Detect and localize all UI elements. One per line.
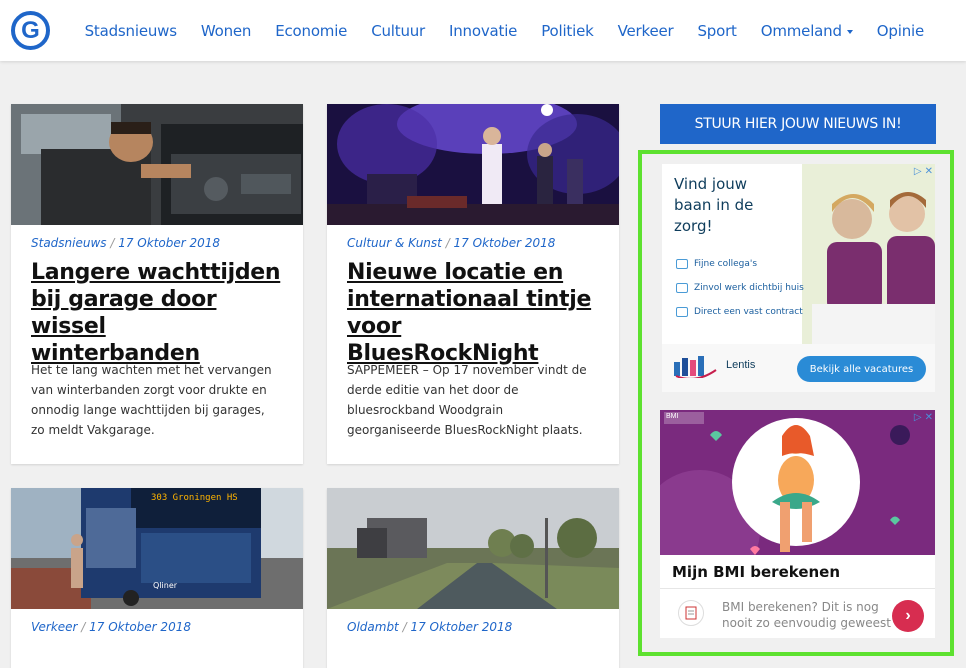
article-category[interactable]: Oldambt	[347, 620, 399, 634]
article-meta: Stadsnieuws / 17 Oktober 2018	[31, 236, 221, 250]
list-item: Fijne collega's	[676, 252, 804, 276]
article-card[interactable]: 303 Groningen HS Qliner Verkeer / 17 Okt…	[11, 488, 303, 668]
ad-bmi[interactable]: BMI ▷ ✕ Mijn BMI berekenen BMI berekenen?…	[660, 410, 935, 638]
benefit-label: Zinvol werk dichtbij huis	[694, 283, 804, 293]
divider	[660, 588, 935, 589]
main-nav: Stadsnieuws Wonen Economie Cultuur Innov…	[85, 22, 925, 40]
nav-ommeland[interactable]: Ommeland	[761, 22, 853, 40]
article-card[interactable]: Stadsnieuws / 17 Oktober 2018 Langere wa…	[11, 104, 303, 464]
document-icon	[678, 600, 704, 626]
lentis-logo: Lentis	[672, 352, 755, 378]
nav-wonen[interactable]: Wonen	[201, 22, 252, 40]
nav-stadsnieuws[interactable]: Stadsnieuws	[85, 22, 177, 40]
people-icon	[676, 259, 688, 269]
home-icon	[676, 283, 688, 293]
ad-title[interactable]: Mijn BMI berekenen	[672, 563, 840, 581]
article-image-concert[interactable]	[327, 104, 619, 225]
ad-description: BMI berekenen? Dit is nog nooit zo eenvo…	[722, 600, 891, 630]
close-icon[interactable]: ✕	[925, 166, 933, 177]
site-header: G Stadsnieuws Wonen Economie Cultuur Inn…	[0, 0, 966, 61]
list-item: Direct een vast contract	[676, 300, 804, 324]
article-date: 17 Oktober 2018	[89, 620, 191, 634]
bus-destination-sign: 303 Groningen HS	[151, 493, 238, 503]
nav-ommeland-label: Ommeland	[760, 22, 842, 40]
ad-lentis[interactable]: ▷ ✕ Vind jouw baan in de zorg! Fijne coll…	[662, 164, 935, 392]
ad-info-icon[interactable]: ▷	[914, 412, 922, 423]
site-logo[interactable]: G	[11, 11, 50, 50]
article-meta: Verkeer / 17 Oktober 2018	[31, 620, 191, 634]
lentis-figures-icon	[674, 356, 717, 378]
nav-economie[interactable]: Economie	[275, 22, 347, 40]
nav-cultuur[interactable]: Cultuur	[371, 22, 425, 40]
bus-brand-text: Qliner	[153, 581, 178, 590]
article-card[interactable]: Oldambt / 17 Oktober 2018	[327, 488, 619, 668]
ad-headline: Vind jouw baan in de zorg!	[674, 175, 754, 235]
ad-info-icon[interactable]: ▷	[914, 166, 922, 177]
article-meta: Oldambt / 17 Oktober 2018	[347, 620, 513, 634]
article-image-bus[interactable]: 303 Groningen HS Qliner	[11, 488, 303, 609]
article-date: 17 Oktober 2018	[410, 620, 513, 634]
brand-name: Lentis	[726, 359, 756, 371]
article-excerpt: SAPPEMEER – Op 17 november vindt de derd…	[347, 363, 587, 437]
benefit-label: Fijne collega's	[694, 259, 758, 269]
article-image-canal[interactable]	[327, 488, 619, 609]
nav-verkeer[interactable]: Verkeer	[618, 22, 674, 40]
article-category[interactable]: Stadsnieuws	[31, 236, 107, 250]
nav-opinie[interactable]: Opinie	[877, 22, 924, 40]
view-vacancies-button[interactable]: Bekijk alle vacatures	[797, 356, 926, 382]
article-title[interactable]: Langere wachttijden bij garage door wiss…	[31, 259, 281, 367]
ad-benefits-list: Fijne collega's Zinvol werk dichtbij hui…	[676, 252, 804, 324]
chevron-right-icon[interactable]: ›	[892, 600, 924, 632]
close-icon[interactable]: ✕	[925, 412, 933, 423]
list-item: Zinvol werk dichtbij huis	[676, 276, 804, 300]
ad-choices[interactable]: ▷ ✕	[914, 166, 933, 177]
document-icon	[676, 307, 688, 317]
article-category[interactable]: Cultuur & Kunst	[347, 236, 442, 250]
article-title[interactable]: Nieuwe locatie en internationaal tintje …	[347, 259, 597, 367]
article-meta: Cultuur & Kunst / 17 Oktober 2018	[347, 236, 556, 250]
article-card[interactable]: Cultuur & Kunst / 17 Oktober 2018 Nieuwe…	[327, 104, 619, 464]
article-date: 17 Oktober 2018	[118, 236, 221, 250]
benefit-label: Direct een vast contract	[694, 307, 803, 317]
article-image-mechanic[interactable]	[11, 104, 303, 225]
chevron-down-icon	[846, 29, 853, 34]
nav-sport[interactable]: Sport	[697, 22, 736, 40]
nav-politiek[interactable]: Politiek	[541, 22, 594, 40]
article-category[interactable]: Verkeer	[31, 620, 77, 634]
submit-news-button[interactable]: STUUR HIER JOUW NIEUWS IN!	[660, 104, 936, 144]
article-date: 17 Oktober 2018	[453, 236, 556, 250]
nav-innovatie[interactable]: Innovatie	[449, 22, 517, 40]
article-excerpt: Het te lang wachten met het vervangen va…	[31, 363, 272, 437]
ad-choices[interactable]: ▷ ✕	[914, 412, 933, 423]
bmi-badge: BMI	[666, 413, 679, 420]
